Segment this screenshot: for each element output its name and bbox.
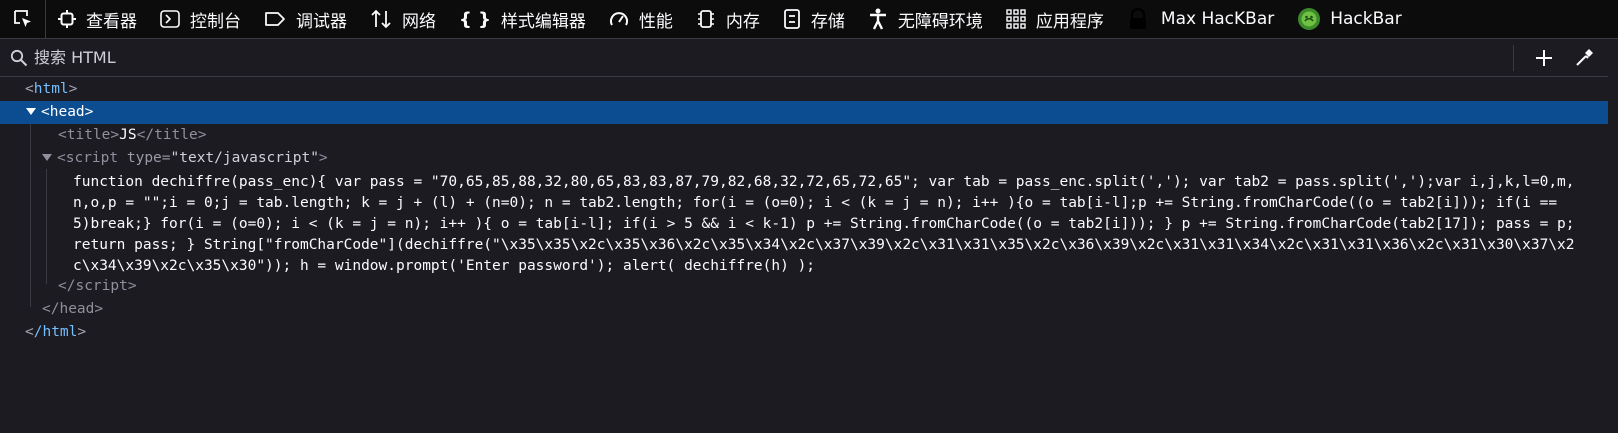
memory-icon <box>697 10 714 28</box>
tab-application[interactable]: 应用程序 <box>994 0 1115 38</box>
tab-label: 网络 <box>402 11 436 32</box>
tab-memory[interactable]: 内存 <box>684 0 771 38</box>
inspector-icon <box>58 10 76 28</box>
tag-bracket: > <box>94 301 104 317</box>
tab-label: 调试器 <box>296 11 347 32</box>
tab-label: 控制台 <box>190 11 241 32</box>
tag-bracket: > <box>110 127 120 143</box>
tag-bracket: > <box>197 127 207 143</box>
tab-label: Max HacKBar <box>1160 9 1275 29</box>
tag-name: head <box>49 104 85 120</box>
tag-bracket: > <box>77 324 87 340</box>
tab-label: 内存 <box>725 11 760 32</box>
tag-bracket: < <box>57 150 66 166</box>
expand-toggle-icon[interactable] <box>42 154 52 161</box>
tag-bracket: > <box>318 150 328 166</box>
script-text-node[interactable]: function dechiffre(pass_enc){ var pass =… <box>0 172 1618 277</box>
element-picker-icon <box>13 10 31 27</box>
indent-guide <box>46 169 47 284</box>
tag-bracket: </ <box>136 127 155 143</box>
tag-name: title <box>66 127 111 143</box>
performance-icon <box>609 12 628 26</box>
accessibility-icon <box>869 8 886 30</box>
divider <box>1513 44 1514 71</box>
tag-bracket: < <box>58 127 67 143</box>
equals-sign: = <box>161 150 171 166</box>
tab-debugger[interactable]: 调试器 <box>252 0 358 38</box>
tree-node-script-close[interactable]: </script> <box>0 275 1618 298</box>
tag-bracket: < <box>58 278 67 294</box>
style-editor-icon: { } <box>459 8 491 30</box>
expand-toggle-icon[interactable] <box>26 108 36 115</box>
tab-label: HackBar <box>1330 9 1402 29</box>
hackbar-icon <box>1298 8 1321 30</box>
tab-label: 性能 <box>638 11 673 32</box>
tab-accessibility[interactable]: 无障碍环境 <box>856 0 994 38</box>
tab-storage[interactable]: 存储 <box>771 0 856 38</box>
plus-icon <box>1536 49 1552 66</box>
tab-max-hackbar[interactable]: Max HacKBar <box>1115 0 1285 38</box>
attribute-value[interactable]: "text/javascript" <box>171 150 319 166</box>
storage-icon <box>784 9 800 29</box>
tag-name: /script <box>66 278 128 294</box>
network-icon <box>371 9 391 29</box>
tag-bracket: < <box>25 81 34 97</box>
title-text: JS <box>119 127 137 143</box>
tag-bracket: > <box>68 81 78 97</box>
tag-bracket: < <box>25 324 34 340</box>
console-icon <box>160 10 180 28</box>
search-bar <box>0 39 1618 77</box>
tree-node-html-close[interactable]: </html> <box>0 321 1618 344</box>
tree-node-head-selected[interactable]: <head> <box>0 101 1618 124</box>
tag-name: title <box>154 127 198 143</box>
eyedropper-icon <box>1576 48 1593 66</box>
tag-bracket: < <box>41 104 50 120</box>
tab-inspector[interactable]: 查看器 <box>46 0 148 38</box>
devtools-toolbar: 查看器 控制台 调试器 网络 { } 样式编辑器 性能 内存 存储 无障碍环境 … <box>0 0 1618 39</box>
debugger-icon <box>265 12 285 26</box>
tab-label: 查看器 <box>86 11 137 32</box>
search-icon <box>10 49 28 66</box>
tag-name: html <box>33 81 69 97</box>
vertical-scrollbar[interactable] <box>1608 76 1618 433</box>
tree-node-head-close[interactable]: </head> <box>0 298 1618 321</box>
tab-style-editor[interactable]: { } 样式编辑器 <box>447 0 597 38</box>
tab-network[interactable]: 网络 <box>358 0 447 38</box>
search-html-input[interactable] <box>32 41 1513 74</box>
markup-view[interactable]: <html> <head> <title>JS</title> <script … <box>0 77 1618 432</box>
tag-name: /html <box>33 324 78 340</box>
eyedropper-button[interactable] <box>1564 40 1604 76</box>
application-icon <box>1006 9 1026 29</box>
tag-bracket: < <box>42 301 51 317</box>
tree-node-script-open[interactable]: <script type="text/javascript"> <box>0 147 1618 170</box>
tab-label: 应用程序 <box>1035 11 1104 32</box>
tab-label: 样式编辑器 <box>500 11 586 32</box>
tag-bracket: > <box>127 278 137 294</box>
tab-label: 无障碍环境 <box>897 11 983 32</box>
tag-bracket: > <box>84 104 94 120</box>
tag-name: /head <box>50 301 95 317</box>
tab-performance[interactable]: 性能 <box>597 0 684 38</box>
max-hackbar-icon <box>1129 8 1146 29</box>
tab-label: 存储 <box>810 11 845 32</box>
tag-name: script <box>65 150 119 166</box>
add-node-button[interactable] <box>1524 40 1564 76</box>
tree-node-title[interactable]: <title>JS</title> <box>0 124 1618 147</box>
tab-console[interactable]: 控制台 <box>148 0 252 38</box>
attribute-name[interactable]: type <box>127 150 162 166</box>
element-picker-button[interactable] <box>0 0 46 38</box>
tree-node-html-open[interactable]: <html> <box>0 78 1618 101</box>
tab-hackbar[interactable]: HackBar <box>1285 0 1412 38</box>
